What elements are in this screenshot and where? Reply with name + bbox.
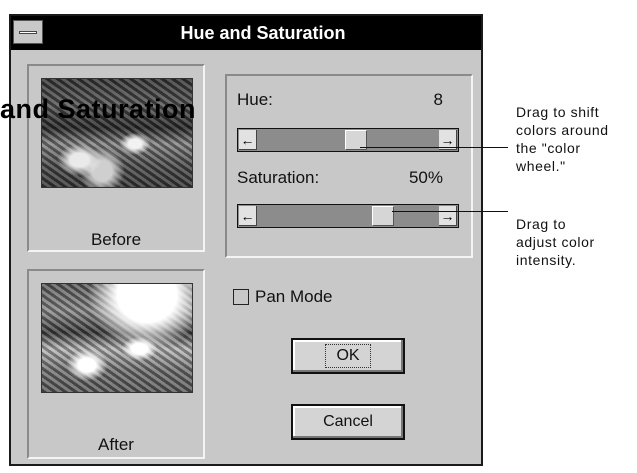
cancel-button-label: Cancel bbox=[323, 413, 373, 430]
callout-line-text: the "color bbox=[516, 140, 581, 156]
after-label: After bbox=[98, 435, 134, 454]
right-arrow-icon[interactable]: → bbox=[439, 206, 457, 226]
pan-mode-label: Pan Mode bbox=[255, 287, 333, 306]
callout-line-text: Drag to shift bbox=[516, 104, 600, 120]
hue-slider[interactable]: ← → bbox=[237, 128, 459, 152]
window-title: Hue and Saturation bbox=[180, 23, 346, 43]
callout-line-text: Drag to bbox=[516, 216, 567, 232]
saturation-callout-text: Drag to adjust color intensity. bbox=[516, 215, 595, 269]
saturation-label: Saturation: bbox=[237, 168, 320, 187]
title-bar: Hue and Saturation bbox=[11, 16, 481, 50]
before-preview-panel: Before bbox=[27, 64, 205, 252]
hue-saturation-dialog: Hue and Saturation Before After Hue: 8 ←… bbox=[9, 14, 483, 466]
saturation-slider[interactable]: ← → bbox=[237, 204, 459, 228]
saturation-slider-thumb[interactable] bbox=[371, 206, 394, 226]
system-menu-icon[interactable] bbox=[13, 20, 43, 44]
hue-callout-text: Drag to shift colors around the "color w… bbox=[516, 103, 609, 175]
cancel-button[interactable]: Cancel bbox=[291, 404, 405, 440]
pan-mode-checkbox[interactable] bbox=[233, 289, 249, 305]
before-label: Before bbox=[90, 230, 142, 249]
left-arrow-icon[interactable]: ← bbox=[239, 130, 257, 150]
saturation-callout-line bbox=[392, 211, 508, 212]
after-image bbox=[41, 283, 193, 393]
hue-value: 8 bbox=[433, 90, 443, 109]
hue-label: Hue: bbox=[237, 90, 273, 109]
overlay-caption: and Saturation bbox=[0, 94, 197, 124]
adjustment-controls-panel: Hue: 8 ← → Saturation: 50% ← → bbox=[225, 74, 473, 258]
after-preview-panel: After bbox=[27, 269, 205, 459]
left-arrow-icon[interactable]: ← bbox=[239, 206, 257, 226]
callout-line-text: colors around bbox=[516, 122, 609, 138]
hue-callout-line bbox=[360, 147, 508, 148]
callout-line-text: wheel." bbox=[516, 158, 566, 174]
callout-line-text: intensity. bbox=[516, 252, 577, 268]
ok-button-label: OK bbox=[325, 344, 371, 368]
callout-line-text: adjust color bbox=[516, 234, 595, 250]
ok-button[interactable]: OK bbox=[291, 338, 405, 374]
saturation-value: 50% bbox=[408, 168, 443, 187]
